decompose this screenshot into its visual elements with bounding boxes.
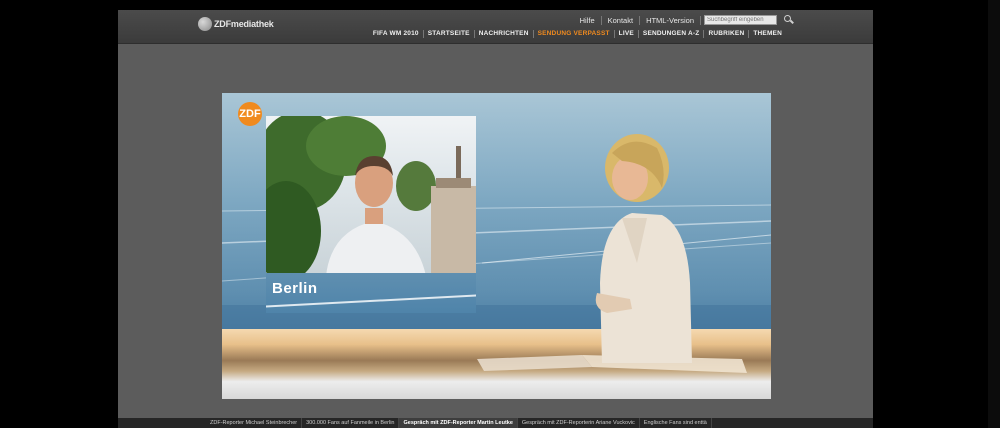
presenter <box>595 134 692 363</box>
location-caption: Berlin <box>272 280 318 297</box>
nav-startseite[interactable]: STARTSEITE <box>424 30 475 38</box>
search-icon[interactable] <box>783 14 795 26</box>
reporter-scene <box>266 116 476 276</box>
nav-themen[interactable]: THEMEN <box>749 30 786 38</box>
nav-nachrichten[interactable]: NACHRICHTEN <box>475 30 534 38</box>
related-video-item[interactable]: Gespräch mit ZDF-Reporterin Ariane Vucko… <box>518 418 640 428</box>
header: ZDFmediathek Hilfe Kontakt HTML-Version … <box>118 10 873 44</box>
mediathek-logo[interactable]: ZDFmediathek <box>198 17 274 31</box>
mediathek-logo-icon <box>198 17 212 31</box>
logo-text: ZDFmediathek <box>214 19 274 29</box>
nav-fifa-wm-2010[interactable]: FIFA WM 2010 <box>369 30 424 38</box>
help-link[interactable]: Hilfe <box>574 15 602 25</box>
window-edge <box>988 0 1000 428</box>
html-version-link[interactable]: HTML-Version <box>640 15 701 25</box>
nav-rubriken[interactable]: RUBRIKEN <box>704 30 750 38</box>
main-nav: FIFA WM 2010 STARTSEITE NACHRICHTEN SEND… <box>369 30 786 38</box>
mediathek-page: ZDFmediathek Hilfe Kontakt HTML-Version … <box>118 10 873 420</box>
search-input[interactable] <box>704 15 777 25</box>
related-video-item[interactable]: 300.000 Fans auf Fanmeile in Berlin <box>302 418 400 428</box>
related-videos-bar: ZDF-Reporter Michael Steinbrecher 300.00… <box>118 418 873 428</box>
reporter-inset-video <box>266 116 476 276</box>
nav-live[interactable]: LIVE <box>615 30 639 38</box>
contact-link[interactable]: Kontakt <box>602 15 641 25</box>
nav-sendungen-a-z[interactable]: SENDUNGEN A-Z <box>639 30 705 38</box>
utility-nav: Hilfe Kontakt HTML-Version <box>574 14 795 26</box>
related-video-item-active[interactable]: Gespräch mit ZDF-Reporter Martin Leutke <box>399 418 518 428</box>
nav-sendung-verpasst[interactable]: SENDUNG VERPASST <box>534 30 615 38</box>
related-video-item[interactable]: Englische Fans sind enttä <box>640 418 712 428</box>
related-video-item[interactable]: ZDF-Reporter Michael Steinbrecher <box>206 418 303 428</box>
zdf-logo-icon: ZDF <box>238 102 262 126</box>
video-player[interactable]: Berlin ZDF <box>222 93 771 399</box>
